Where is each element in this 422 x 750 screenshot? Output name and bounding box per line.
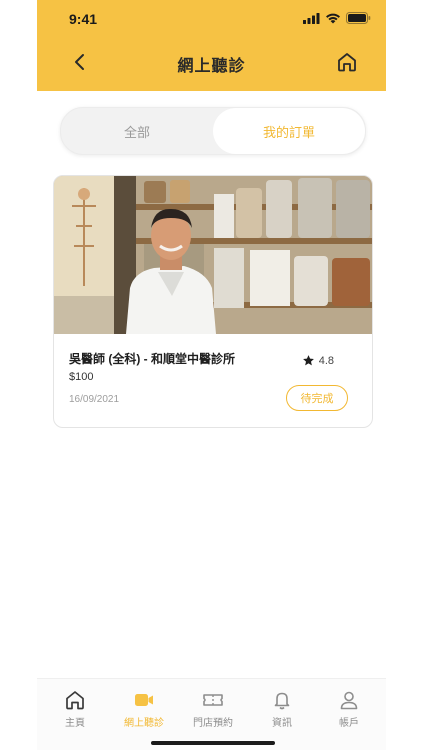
battery-icon <box>346 12 371 24</box>
tab-online-consult[interactable]: 網上聽診 <box>114 689 174 729</box>
home-icon <box>338 53 356 72</box>
tab-store-booking-label: 門店預約 <box>193 718 233 729</box>
tab-store-booking[interactable]: 門店預約 <box>183 689 243 729</box>
phone-screen: 9:41 網上聽診 全部 我的訂單 吳醫師 (全科) - 和順堂中醫診所 $10… <box>37 0 386 750</box>
tab-account-label: 帳戶 <box>339 718 359 729</box>
video-icon <box>135 694 153 706</box>
ticket-icon <box>203 694 223 706</box>
doctor-photo <box>54 176 372 334</box>
tab-online-consult-label: 網上聽診 <box>124 718 164 729</box>
status-icons <box>303 12 371 24</box>
bottom-tab-bar: 主頁 網上聽診 門店預約 資訊 帳戶 <box>37 678 386 750</box>
rating: 4.8 <box>302 354 334 367</box>
home-indicator <box>151 741 275 745</box>
status-time: 9:41 <box>69 11 98 27</box>
signal-icon <box>303 12 320 24</box>
order-title: 吳醫師 (全科) - 和順堂中醫診所 <box>69 352 235 366</box>
order-price: $100 <box>69 371 94 383</box>
order-card[interactable]: 吳醫師 (全科) - 和順堂中醫診所 $100 16/09/2021 4.8 待… <box>53 175 373 428</box>
wifi-icon <box>326 13 340 23</box>
app-screen: 9:41 網上聽診 全部 我的訂單 吳醫師 (全科) - 和順堂中醫診所 $10… <box>0 0 422 750</box>
status-button[interactable]: 待完成 <box>286 385 348 411</box>
star-icon <box>302 355 314 366</box>
user-icon <box>340 691 358 710</box>
rating-value: 4.8 <box>318 354 334 367</box>
home-button[interactable] <box>334 49 360 75</box>
tab-all[interactable]: 全部 <box>61 108 213 154</box>
tab-news-label: 資訊 <box>272 718 292 729</box>
bell-icon <box>274 692 290 710</box>
tab-home[interactable]: 主頁 <box>45 689 105 729</box>
order-date: 16/09/2021 <box>69 394 120 405</box>
tab-home-label: 主頁 <box>65 718 85 729</box>
header-bar: 9:41 網上聽診 <box>37 0 386 91</box>
home-icon <box>66 691 84 710</box>
tab-news[interactable]: 資訊 <box>252 689 312 729</box>
order-filter-segment: 全部 我的訂單 <box>60 107 366 155</box>
tab-account[interactable]: 帳戶 <box>319 689 379 729</box>
tab-my-orders[interactable]: 我的訂單 <box>213 108 365 154</box>
